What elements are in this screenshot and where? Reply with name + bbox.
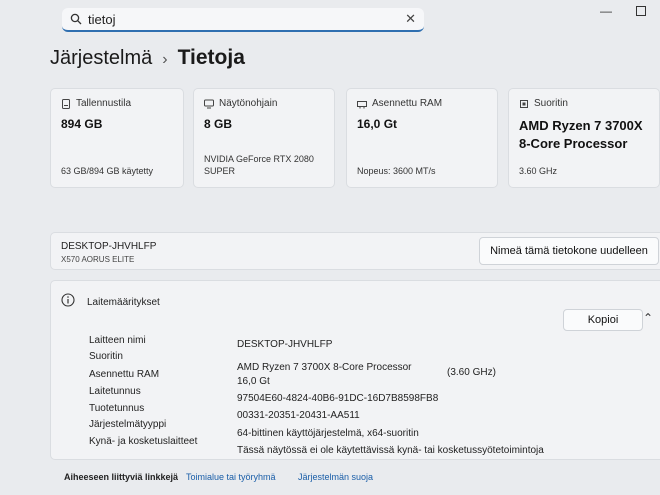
storage-label: Tallennustila: [76, 98, 132, 109]
storage-value: 894 GB: [61, 117, 103, 131]
clear-search-icon[interactable]: ✕: [405, 11, 416, 27]
chevron-right-icon: ›: [162, 51, 168, 68]
spec-value: Tässä näytössä ei ole käytettävissä kynä…: [237, 445, 544, 456]
system-protection-link[interactable]: Järjestelmän suoja: [298, 472, 373, 482]
search-icon: [70, 13, 82, 25]
storage-usage: 63 GB/894 GB käytetty: [61, 166, 154, 176]
gpu-name: NVIDIA GeForce RTX 2080 SUPER: [204, 154, 314, 176]
processor-speed: 3.60 GHz: [519, 166, 558, 176]
minimize-button[interactable]: —: [600, 4, 612, 18]
specs-title: Laitemääritykset: [87, 297, 160, 308]
ram-value: 16,0 Gt: [357, 117, 398, 131]
processor-label: Suoritin: [534, 98, 568, 109]
device-name-row: DESKTOP-JHVHLFP X570 AORUS ELITE Nimeä t…: [50, 232, 660, 270]
page-title: Tietoja: [177, 46, 245, 69]
chevron-up-icon[interactable]: ⌃: [643, 311, 653, 325]
copy-button[interactable]: Kopioi: [563, 309, 643, 331]
memory-icon: [357, 100, 367, 108]
related-links-label: Aiheeseen liittyviä linkkejä: [64, 472, 179, 482]
breadcrumb-parent[interactable]: Järjestelmä: [50, 47, 152, 69]
search-box[interactable]: ✕: [62, 8, 424, 32]
gpu-memory-value: 8 GB: [204, 117, 233, 131]
spec-value: 64-bittinen käyttöjärjestelmä, x64-suori…: [237, 428, 419, 439]
title-bar: ✕ —: [0, 0, 660, 40]
device-model: X570 AORUS ELITE: [61, 255, 135, 264]
spec-label: Laitteen nimi: [89, 335, 146, 346]
ram-label: Asennettu RAM: [372, 98, 443, 109]
display-icon: [204, 99, 214, 108]
gpu-card[interactable]: Näytönohjain 8 GB NVIDIA GeForce RTX 208…: [193, 88, 335, 188]
storage-icon: [62, 98, 70, 109]
spec-label: Suoritin: [89, 351, 123, 362]
spec-label: Kynä- ja kosketuslaitteet: [89, 436, 198, 447]
processor-card[interactable]: Suoritin AMD Ryzen 7 3700X 8-Core Proces…: [508, 88, 660, 188]
gpu-label: Näytönohjain: [219, 98, 278, 109]
domain-workgroup-link[interactable]: Toimialue tai työryhmä: [186, 472, 276, 482]
spec-extra: (3.60 GHz): [447, 367, 496, 378]
spec-label: Tuotetunnus: [89, 403, 145, 414]
processor-value: AMD Ryzen 7 3700X 8-Core Processor: [519, 118, 643, 151]
spec-value: 97504E60-4824-40B6-91DC-16D7B8598FB8: [237, 393, 439, 404]
device-specifications-panel: Laitemääritykset Kopioi ⌃ Laitteen nimi …: [50, 280, 660, 460]
spec-value: DESKTOP-JHVHLFP: [237, 339, 333, 350]
info-icon: [61, 293, 75, 307]
spec-value: 00331-20351-20431-AA511: [237, 410, 360, 421]
maximize-button[interactable]: [636, 6, 646, 16]
storage-card[interactable]: Tallennustila 894 GB 63 GB/894 GB käytet…: [50, 88, 184, 188]
ram-speed: Nopeus: 3600 MT/s: [357, 166, 436, 176]
rename-pc-button[interactable]: Nimeä tämä tietokone uudelleen: [479, 237, 659, 265]
search-input[interactable]: [88, 11, 388, 27]
ram-card[interactable]: Asennettu RAM 16,0 Gt Nopeus: 3600 MT/s: [346, 88, 498, 188]
breadcrumb: Järjestelmä › Tietoja: [50, 46, 245, 70]
spec-label: Asennettu RAM: [89, 369, 160, 380]
processor-icon: [520, 99, 528, 108]
spec-value: AMD Ryzen 7 3700X 8-Core Processor: [237, 362, 412, 373]
spec-label: Järjestelmätyyppi: [89, 419, 167, 430]
spec-label: Laitetunnus: [89, 386, 141, 397]
spec-value: 16,0 Gt: [237, 376, 270, 387]
related-links: Aiheeseen liittyviä linkkejä Toimialue t…: [50, 466, 660, 495]
device-name: DESKTOP-JHVHLFP: [61, 241, 157, 252]
